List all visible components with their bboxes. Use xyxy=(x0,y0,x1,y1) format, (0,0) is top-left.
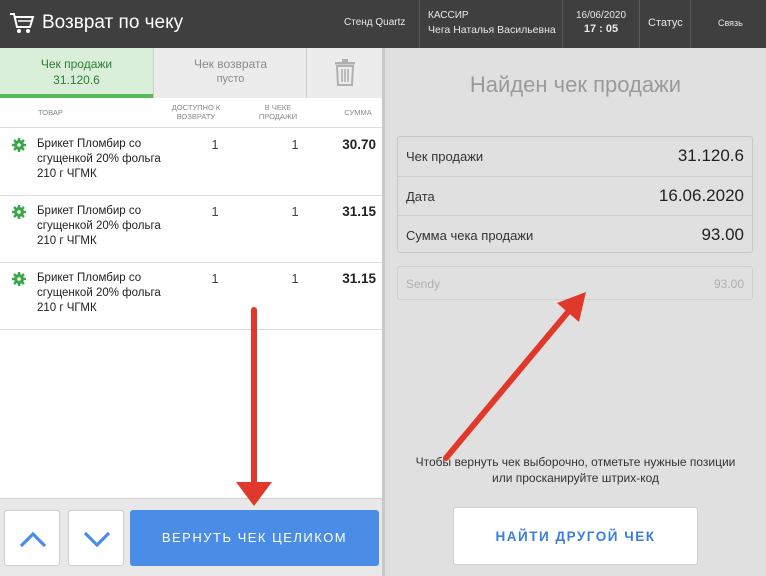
tab-sale-check[interactable]: Чек продажи 31.120.6 xyxy=(0,48,153,98)
cart-icon xyxy=(10,13,35,33)
gear-icon xyxy=(12,138,26,152)
found-heading: Найден чек продажи xyxy=(469,72,682,97)
delete-button[interactable] xyxy=(306,48,382,98)
payment-label: Sendy xyxy=(406,277,441,291)
left-footer: ВЕРНУТЬ ЧЕК ЦЕЛИКОМ xyxy=(0,498,382,576)
item-available: 1 xyxy=(211,137,219,152)
item-in-check: 1 xyxy=(291,271,299,286)
item-available: 1 xyxy=(211,204,219,219)
gear-icon xyxy=(12,272,26,286)
page-title: Возврат по чеку xyxy=(42,12,184,33)
info-row: Сумма чека продажи 93.00 xyxy=(398,215,752,254)
datetime: 16/06/2020 17 : 05 xyxy=(562,0,638,48)
chevron-up-icon xyxy=(19,531,47,548)
left-panel: Чек продажи 31.120.6 Чек возврата пусто … xyxy=(0,48,382,576)
item-sum: 31.15 xyxy=(342,204,376,219)
table-row[interactable]: Брикет Пломбир со сгущенкой 20% фольга 2… xyxy=(0,129,382,196)
header-sum: СУММА xyxy=(344,108,372,117)
find-other-check-button[interactable]: НАЙТИ ДРУГОЙ ЧЕК xyxy=(453,507,698,565)
header-item: ТОВАР xyxy=(38,108,63,117)
item-available: 1 xyxy=(211,271,219,286)
header-available: ДОСТУПНО К ВОЗВРАТУ xyxy=(171,103,221,121)
right-panel: Найден чек продажи Чек продажи 31.120.6 … xyxy=(385,48,766,576)
info-value: 16.06.2020 xyxy=(658,186,744,205)
chevron-down-icon xyxy=(83,531,111,548)
info-value: 31.120.6 xyxy=(677,146,744,165)
gear-icon xyxy=(12,205,26,219)
time-text: 17 : 05 xyxy=(583,23,619,35)
item-name: Брикет Пломбир со сгущенкой 20% фольга 2… xyxy=(37,205,161,247)
receipt-info: Чек продажи 31.120.6 Дата 16.06.2020 Сум… xyxy=(397,136,753,253)
table-row[interactable]: Брикет Пломбир со сгущенкой 20% фольга 2… xyxy=(0,263,382,330)
table-header: ТОВАР ДОСТУПНО К ВОЗВРАТУ В ЧЕКЕ ПРОДАЖИ… xyxy=(0,98,382,128)
cashier-label: КАССИР xyxy=(428,10,469,21)
item-sum: 30.70 xyxy=(342,137,376,152)
info-row: Дата 16.06.2020 xyxy=(398,176,752,215)
return-all-button[interactable]: ВЕРНУТЬ ЧЕК ЦЕЛИКОМ xyxy=(130,510,379,566)
payment-value: 93.00 xyxy=(713,277,744,291)
tab-sale-number: 31.120.6 xyxy=(53,73,100,87)
status-label: Статус xyxy=(648,17,683,29)
scroll-up-button[interactable] xyxy=(4,510,60,566)
item-name: Брикет Пломбир со сгущенкой 20% фольга 2… xyxy=(37,272,161,314)
stand-label: Стенд Quartz xyxy=(344,17,406,28)
item-name: Брикет Пломбир со сгущенкой 20% фольга 2… xyxy=(37,138,161,180)
cashier-info: КАССИР Чега Наталья Васильевна xyxy=(419,0,561,48)
connection-label: Связь xyxy=(718,18,743,28)
status-button[interactable]: Статус xyxy=(639,0,689,48)
date-text: 16/06/2020 xyxy=(575,10,627,21)
hint-text: Чтобы вернуть чек выборочно, отметьте ну… xyxy=(415,455,736,485)
tab-return-label: Чек возврата xyxy=(193,57,268,71)
scroll-down-button[interactable] xyxy=(68,510,124,566)
tab-return-value: пусто xyxy=(216,73,245,85)
header-in-check: В ЧЕКЕ ПРОДАЖИ xyxy=(258,103,298,121)
table-row[interactable]: Брикет Пломбир со сгущенкой 20% фольга 2… xyxy=(0,196,382,263)
payment-row: Sendy 93.00 xyxy=(397,266,753,300)
info-value: 93.00 xyxy=(701,225,744,244)
tab-return-check[interactable]: Чек возврата пусто xyxy=(153,48,306,98)
item-in-check: 1 xyxy=(291,204,299,219)
tab-sale-label: Чек продажи xyxy=(40,57,113,71)
connection-button[interactable]: Связь xyxy=(690,0,766,48)
info-label: Чек продажи xyxy=(406,149,484,164)
trash-icon xyxy=(335,59,355,86)
item-sum: 31.15 xyxy=(342,271,376,286)
info-label: Дата xyxy=(406,189,435,204)
info-label: Сумма чека продажи xyxy=(406,228,534,243)
item-in-check: 1 xyxy=(291,137,299,152)
cashier-name: Чега Наталья Васильевна xyxy=(428,24,556,36)
top-bar: Возврат по чеку Стенд Quartz КАССИР Чега… xyxy=(0,0,766,48)
info-row: Чек продажи 31.120.6 xyxy=(398,137,752,176)
